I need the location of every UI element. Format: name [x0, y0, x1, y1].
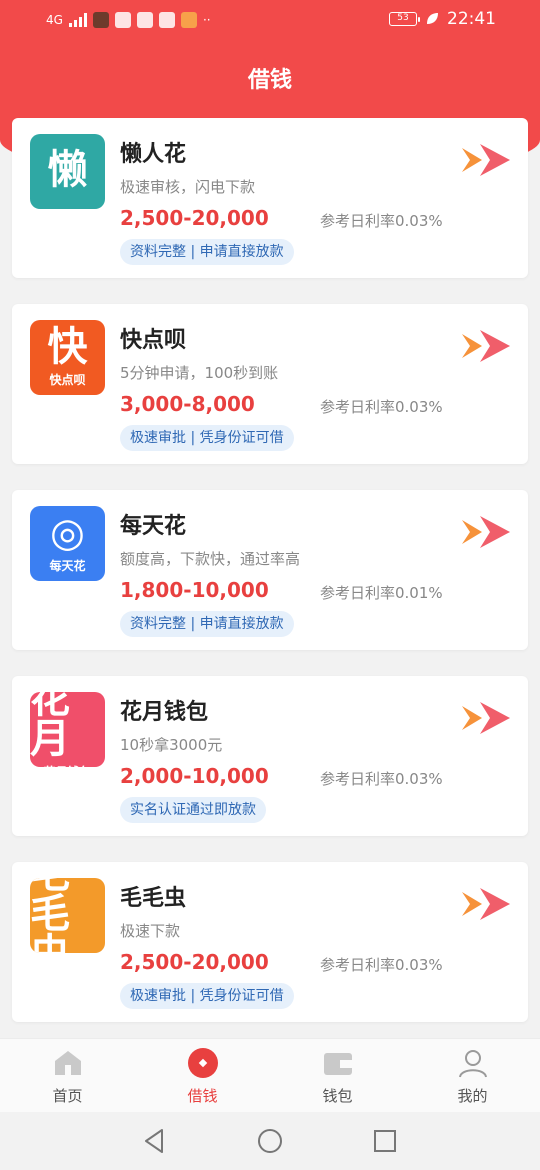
double-arrow-icon[interactable] [460, 326, 512, 366]
loan-card[interactable]: 快 快点呗 快点呗 5分钟申请，100秒到账 3,000-8,000 参考日利率… [12, 304, 528, 464]
logo-mark: 快 [47, 324, 88, 370]
loan-amount-range: 2,500-20,000 [120, 206, 269, 230]
network-label: 4G [46, 13, 63, 27]
loan-name: 懒人花 [120, 142, 187, 167]
tab-borrow[interactable]: 借钱 [135, 1039, 270, 1112]
loan-logo: 毛毛虫 [30, 878, 105, 953]
recents-icon[interactable] [370, 1126, 400, 1156]
page-title: 借钱 [247, 68, 292, 93]
more-notifications-icon: ·· [202, 13, 211, 27]
loan-description: 额度高，下款快，通过率高 [120, 550, 301, 568]
logo-mark: ◎ [50, 510, 85, 556]
loan-tags: 资料完整 | 申请直接放款 [120, 611, 294, 637]
signal-icon [68, 13, 87, 27]
loan-logo: 快 快点呗 [30, 320, 105, 395]
tab-label-profile: 我的 [457, 1087, 488, 1105]
wechat-icon [136, 12, 153, 28]
wallet-icon [323, 1053, 352, 1075]
avatar-notification-icon [158, 12, 175, 28]
tab-profile[interactable]: 我的 [405, 1039, 540, 1112]
system-nav-bar [0, 1112, 540, 1170]
loan-logo: 懒 [30, 134, 105, 209]
alarm-icon [114, 12, 131, 28]
back-icon[interactable] [140, 1126, 170, 1156]
double-arrow-icon[interactable] [460, 884, 512, 924]
loan-description: 10秒拿3000元 [120, 736, 223, 754]
battery-level: 53 [397, 13, 409, 23]
home-icon [54, 1051, 81, 1075]
tab-label-home: 首页 [52, 1087, 83, 1105]
tab-home[interactable]: 首页 [0, 1039, 135, 1112]
logo-mark: 花月 [30, 692, 70, 762]
logo-mark: 懒 [47, 146, 88, 193]
loan-description: 极速下款 [120, 922, 181, 940]
borrow-icon [187, 1048, 218, 1078]
loan-description: 5分钟申请，100秒到账 [120, 364, 279, 382]
logo-caption: 花月钱包 [43, 763, 91, 767]
loan-amount-range: 2,500-20,000 [120, 950, 269, 974]
loan-name: 快点呗 [120, 328, 187, 353]
loan-logo: ◎ 每天花 [30, 506, 105, 581]
status-left: 4G ·· [46, 12, 211, 28]
double-arrow-icon[interactable] [460, 698, 512, 738]
loan-daily-rate: 参考日利率0.03% [320, 956, 443, 974]
loan-name: 每天花 [120, 514, 187, 539]
app-notification-icon [92, 12, 109, 28]
tab-label-wallet: 钱包 [322, 1087, 353, 1105]
leaf-icon [427, 13, 438, 24]
loan-description: 极速审核，闪电下款 [120, 178, 256, 196]
loan-daily-rate: 参考日利率0.03% [320, 398, 443, 416]
home-nav-icon[interactable] [255, 1126, 285, 1156]
loan-card[interactable]: 毛毛虫 毛毛虫 极速下款 2,500-20,000 参考日利率0.03% 极速审… [12, 862, 528, 1022]
double-arrow-icon[interactable] [460, 140, 512, 180]
loan-daily-rate: 参考日利率0.03% [320, 770, 443, 788]
loan-card[interactable]: 懒 懒人花 极速审核，闪电下款 2,500-20,000 参考日利率0.03% … [12, 118, 528, 278]
logo-mark: 毛毛虫 [30, 878, 70, 953]
tab-wallet[interactable]: 钱包 [270, 1039, 405, 1112]
loan-name: 毛毛虫 [120, 886, 187, 911]
loan-tags: 资料完整 | 申请直接放款 [120, 239, 294, 265]
loan-daily-rate: 参考日利率0.01% [320, 584, 443, 602]
logo-caption: 每天花 [49, 559, 86, 573]
tab-label-borrow: 借钱 [187, 1087, 218, 1105]
loan-name: 花月钱包 [120, 700, 209, 725]
battery-icon: 53 [389, 12, 420, 26]
logo-caption: 快点呗 [49, 373, 86, 387]
loan-amount-range: 1,800-10,000 [120, 578, 269, 602]
loan-amount-range: 2,000-10,000 [120, 764, 269, 788]
loan-logo: 花月 花月钱包 [30, 692, 105, 767]
double-arrow-icon[interactable] [460, 512, 512, 552]
app-notification-icon-2 [180, 12, 197, 28]
tab-bar: 首页 借钱 钱包 我的 [0, 1038, 540, 1112]
loan-tags: 实名认证通过即放款 [120, 797, 266, 823]
status-bar: 4G ·· 53 22:41 [0, 0, 540, 44]
loan-tags: 极速审批 | 凭身份证可借 [120, 983, 294, 1009]
loan-card[interactable]: ◎ 每天花 每天花 额度高，下款快，通过率高 1,800-10,000 参考日利… [12, 490, 528, 650]
loan-tags: 极速审批 | 凭身份证可借 [120, 425, 294, 451]
loan-amount-range: 3,000-8,000 [120, 392, 255, 416]
loan-card[interactable]: 花月 花月钱包 花月钱包 10秒拿3000元 2,000-10,000 参考日利… [12, 676, 528, 836]
status-right: 53 22:41 [389, 9, 496, 29]
clock: 22:41 [447, 9, 496, 29]
loan-list: 懒 懒人花 极速审核，闪电下款 2,500-20,000 参考日利率0.03% … [12, 118, 528, 1048]
loan-daily-rate: 参考日利率0.03% [320, 212, 443, 230]
profile-icon [458, 1050, 487, 1078]
